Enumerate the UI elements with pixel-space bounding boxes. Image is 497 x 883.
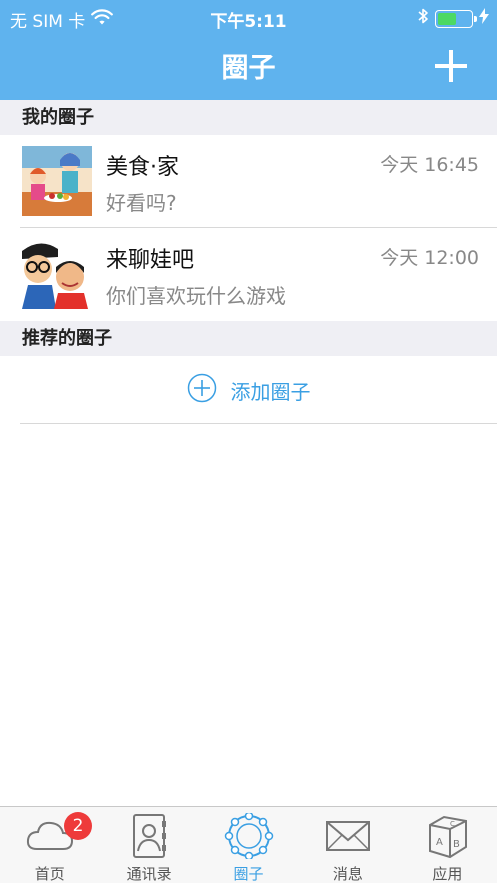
svg-text:B: B bbox=[453, 839, 460, 850]
circle-time: 今天 16:45 bbox=[380, 154, 479, 176]
contacts-book-icon bbox=[124, 813, 174, 859]
tab-contacts[interactable]: 通讯录 bbox=[99, 807, 198, 883]
abc-cube-icon: A B C bbox=[422, 813, 472, 859]
circle-row-kids[interactable]: 来聊娃吧 你们喜欢玩什么游戏 今天 12:00 bbox=[0, 228, 497, 321]
circle-avatar bbox=[22, 146, 92, 216]
tab-circles[interactable]: 圈子 bbox=[199, 807, 298, 883]
svg-text:A: A bbox=[436, 837, 443, 848]
tab-label: 通讯录 bbox=[126, 865, 172, 883]
navigation-header: 无 SIM 卡 下午5:11 圈子 bbox=[0, 0, 497, 100]
circle-name: 来聊娃吧 bbox=[106, 248, 195, 273]
status-bar: 无 SIM 卡 下午5:11 bbox=[0, 0, 497, 34]
add-circle-row[interactable]: 添加圈子 bbox=[0, 356, 497, 424]
unread-badge: 2 bbox=[64, 812, 92, 840]
bluetooth-icon bbox=[417, 7, 429, 30]
tab-label: 应用 bbox=[432, 865, 463, 883]
circle-last-message: 好看吗? bbox=[106, 191, 177, 215]
tab-label: 首页 bbox=[34, 865, 65, 883]
battery-icon bbox=[435, 9, 477, 28]
section-header-my-circles: 我的圈子 bbox=[0, 100, 497, 135]
tab-messages[interactable]: 消息 bbox=[298, 807, 397, 883]
tab-home[interactable]: 2 首页 bbox=[0, 807, 99, 883]
circle-row-food[interactable]: 美食·家 好看吗? 今天 16:45 bbox=[0, 135, 497, 228]
battery-level-fill bbox=[438, 12, 456, 25]
circle-avatar bbox=[22, 239, 92, 309]
tab-apps[interactable]: A B C 应用 bbox=[398, 807, 497, 883]
add-circle-icon bbox=[187, 373, 217, 407]
row-divider bbox=[20, 423, 497, 424]
page-title: 圈子 bbox=[221, 53, 276, 84]
tab-label: 圈子 bbox=[233, 865, 264, 883]
circle-name: 美食·家 bbox=[106, 155, 179, 180]
circle-network-icon bbox=[224, 811, 274, 861]
tab-label: 消息 bbox=[332, 865, 363, 883]
circle-last-message: 你们喜欢玩什么游戏 bbox=[106, 284, 286, 308]
add-circle-label: 添加圈子 bbox=[230, 379, 311, 404]
status-right bbox=[417, 7, 489, 30]
section-header-recommended: 推荐的圈子 bbox=[0, 321, 497, 356]
charging-bolt-icon bbox=[479, 8, 489, 29]
circle-time: 今天 12:00 bbox=[380, 247, 479, 269]
tab-bar: 2 首页 通讯录 圈子 消息 A B C 应用 bbox=[0, 806, 497, 883]
add-circle-button[interactable] bbox=[431, 46, 471, 86]
plus-icon bbox=[435, 50, 467, 82]
envelope-icon bbox=[323, 813, 373, 859]
svg-text:C: C bbox=[450, 820, 455, 828]
